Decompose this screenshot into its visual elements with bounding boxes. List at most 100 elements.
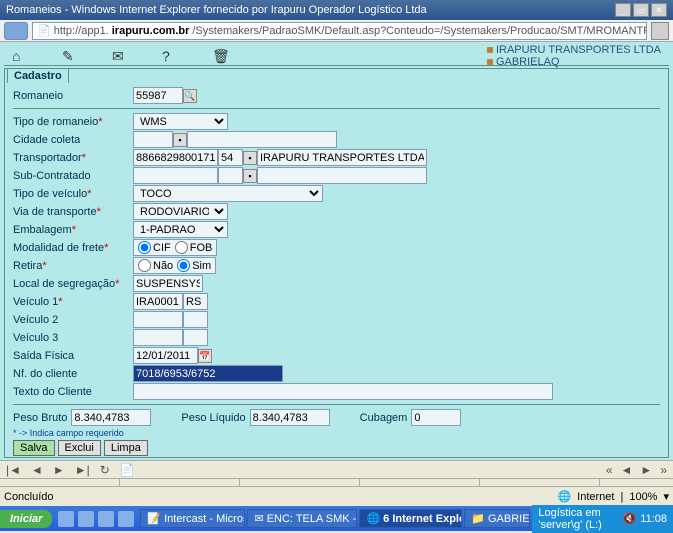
lookup-icon[interactable]: ▪ [243, 169, 257, 183]
next-icon[interactable]: ► [53, 463, 65, 477]
task-item[interactable]: 🌐6 Internet Explorer ▾ [359, 509, 462, 528]
label-peso-bruto: Peso Bruto [13, 412, 67, 424]
delete-button[interactable]: Exclui [58, 440, 101, 456]
delete-icon[interactable]: 🗑 [212, 48, 232, 64]
bullet-icon [487, 47, 493, 53]
ql-icon[interactable] [98, 511, 114, 527]
last-icon[interactable]: ►| [75, 463, 90, 477]
close-button[interactable]: ✕ [651, 3, 667, 17]
select-embalagem[interactable]: 1-PADRAO [133, 221, 228, 238]
user-info: IRAPURU TRANSPORTES LTDA GABRIELAQ [487, 44, 661, 68]
label-mod-frete: Modalidad de frete [13, 242, 133, 254]
zoom-level[interactable]: 100% [629, 491, 657, 503]
label-txtcliente: Texto do Cliente [13, 386, 133, 398]
window-titlebar: Romaneios - Windows Internet Explorer fo… [0, 0, 673, 20]
start-button[interactable]: Iniciar [0, 510, 52, 528]
tab-slot[interactable] [120, 479, 240, 487]
label-veiculo2: Veículo 2 [13, 314, 133, 326]
home-icon[interactable]: ⌂ [12, 48, 32, 64]
required-note: * -> Indica campo requerido [13, 428, 660, 438]
nav-c[interactable]: ► [640, 463, 652, 477]
help-icon[interactable]: ? [162, 48, 182, 64]
radio-cif[interactable] [138, 241, 151, 254]
tab-slot[interactable] [360, 479, 480, 487]
calendar-icon[interactable]: 📅 [198, 349, 212, 363]
doc-icon[interactable]: 📄 [120, 463, 135, 477]
radio-retira[interactable]: Não Sim [133, 257, 216, 274]
select-tipo-romaneio[interactable]: WMS [133, 113, 228, 130]
quick-launch [52, 511, 140, 527]
task-item[interactable]: 📝Intercast - Microsoft ... [140, 509, 245, 528]
input-cidade-cod[interactable] [133, 131, 173, 148]
status-bar: Concluído 🌐 Internet | 100%▾ [0, 486, 673, 506]
form-card: Cadastro Romaneio 🔍 Tipo de romaneio WMS… [4, 68, 669, 458]
tab-slot[interactable] [0, 479, 120, 487]
ql-icon[interactable] [118, 511, 134, 527]
input-peso-bruto [71, 409, 151, 426]
taskbar: Iniciar 📝Intercast - Microsoft ... ✉ENC:… [0, 506, 673, 531]
tab-slot[interactable] [480, 479, 600, 487]
radio-frete[interactable]: CIF FOB [133, 239, 217, 256]
input-txtcliente[interactable] [133, 383, 553, 400]
input-local[interactable] [133, 275, 203, 292]
input-romaneio[interactable] [133, 87, 183, 104]
input-veic1-cod[interactable] [133, 293, 183, 310]
ql-icon[interactable] [58, 511, 74, 527]
label-embalagem: Embalagem [13, 224, 133, 236]
label-romaneio: Romaneio [13, 90, 133, 102]
mail-icon[interactable]: ✉ [112, 48, 132, 64]
edit-icon[interactable]: ✎ [62, 48, 82, 64]
radio-sim[interactable] [177, 259, 190, 272]
task-item[interactable]: ✉ENC: TELA SMK - Men... [247, 509, 357, 528]
input-subcon-nome[interactable] [257, 167, 427, 184]
nav-d[interactable]: » [660, 463, 667, 477]
lookup-icon[interactable]: ▪ [243, 151, 257, 165]
go-button[interactable] [651, 22, 669, 40]
clear-button[interactable]: Limpa [104, 440, 148, 456]
input-transp-nome[interactable] [257, 149, 427, 166]
save-button[interactable]: Salva [13, 440, 55, 456]
radio-nao[interactable] [138, 259, 151, 272]
url-field[interactable]: 📄 http://app1.irapuru.com.br/Systemakers… [32, 22, 647, 40]
content-area: ⌂ ✎ ✉ ? 🗑 IRAPURU TRANSPORTES LTDA GABRI… [0, 42, 673, 460]
input-cidade-nome[interactable] [187, 131, 337, 148]
radio-fob[interactable] [175, 241, 188, 254]
refresh-icon[interactable]: ↻ [100, 463, 110, 477]
page-icon: 📄 [37, 24, 51, 37]
input-veic2-uf[interactable] [183, 311, 208, 328]
tab-cadastro[interactable]: Cadastro [7, 68, 69, 83]
label-tipo-romaneio: Tipo de romaneio [13, 116, 133, 128]
input-transp-seq[interactable] [218, 149, 243, 166]
nav-a[interactable]: « [606, 463, 613, 477]
input-subcon-cod[interactable] [133, 167, 218, 184]
input-subcon-seq[interactable] [218, 167, 243, 184]
restore-button[interactable]: ▭ [633, 3, 649, 17]
input-veic2-cod[interactable] [133, 311, 183, 328]
input-saida[interactable] [133, 347, 198, 364]
prev-icon[interactable]: ◄ [31, 463, 43, 477]
select-tipo-veiculo[interactable]: TOCO [133, 185, 323, 202]
nav-strip: |◄ ◄ ► ►| ↻ 📄 « ◄ ► » [0, 460, 673, 478]
input-veic3-cod[interactable] [133, 329, 183, 346]
globe-icon: 🌐 [557, 490, 571, 503]
select-via[interactable]: RODOVIARIO [133, 203, 228, 220]
input-veic1-uf[interactable] [183, 293, 208, 310]
minimize-button[interactable]: _ [615, 3, 631, 17]
system-tray[interactable]: Logística em 'server\g' (L:) 🔇11:08 [532, 505, 673, 533]
input-nfcliente[interactable] [133, 365, 283, 382]
ql-icon[interactable] [78, 511, 94, 527]
label-subcontratado: Sub-Contratado [13, 170, 133, 182]
status-zone: Internet [577, 491, 614, 503]
input-transp-cod[interactable] [133, 149, 218, 166]
input-veic3-uf[interactable] [183, 329, 208, 346]
address-bar: 📄 http://app1.irapuru.com.br/Systemakers… [0, 20, 673, 42]
label-nfcliente: Nf. do cliente [13, 368, 133, 380]
nav-b[interactable]: ◄ [621, 463, 633, 477]
lookup-icon[interactable]: 🔍 [183, 89, 197, 103]
label-via: Via de transporte [13, 206, 133, 218]
first-icon[interactable]: |◄ [6, 463, 21, 477]
lookup-icon[interactable]: ▪ [173, 133, 187, 147]
task-item[interactable]: 📁GABRIELA [464, 509, 530, 528]
back-button[interactable] [4, 22, 28, 40]
tab-slot[interactable] [240, 479, 360, 487]
